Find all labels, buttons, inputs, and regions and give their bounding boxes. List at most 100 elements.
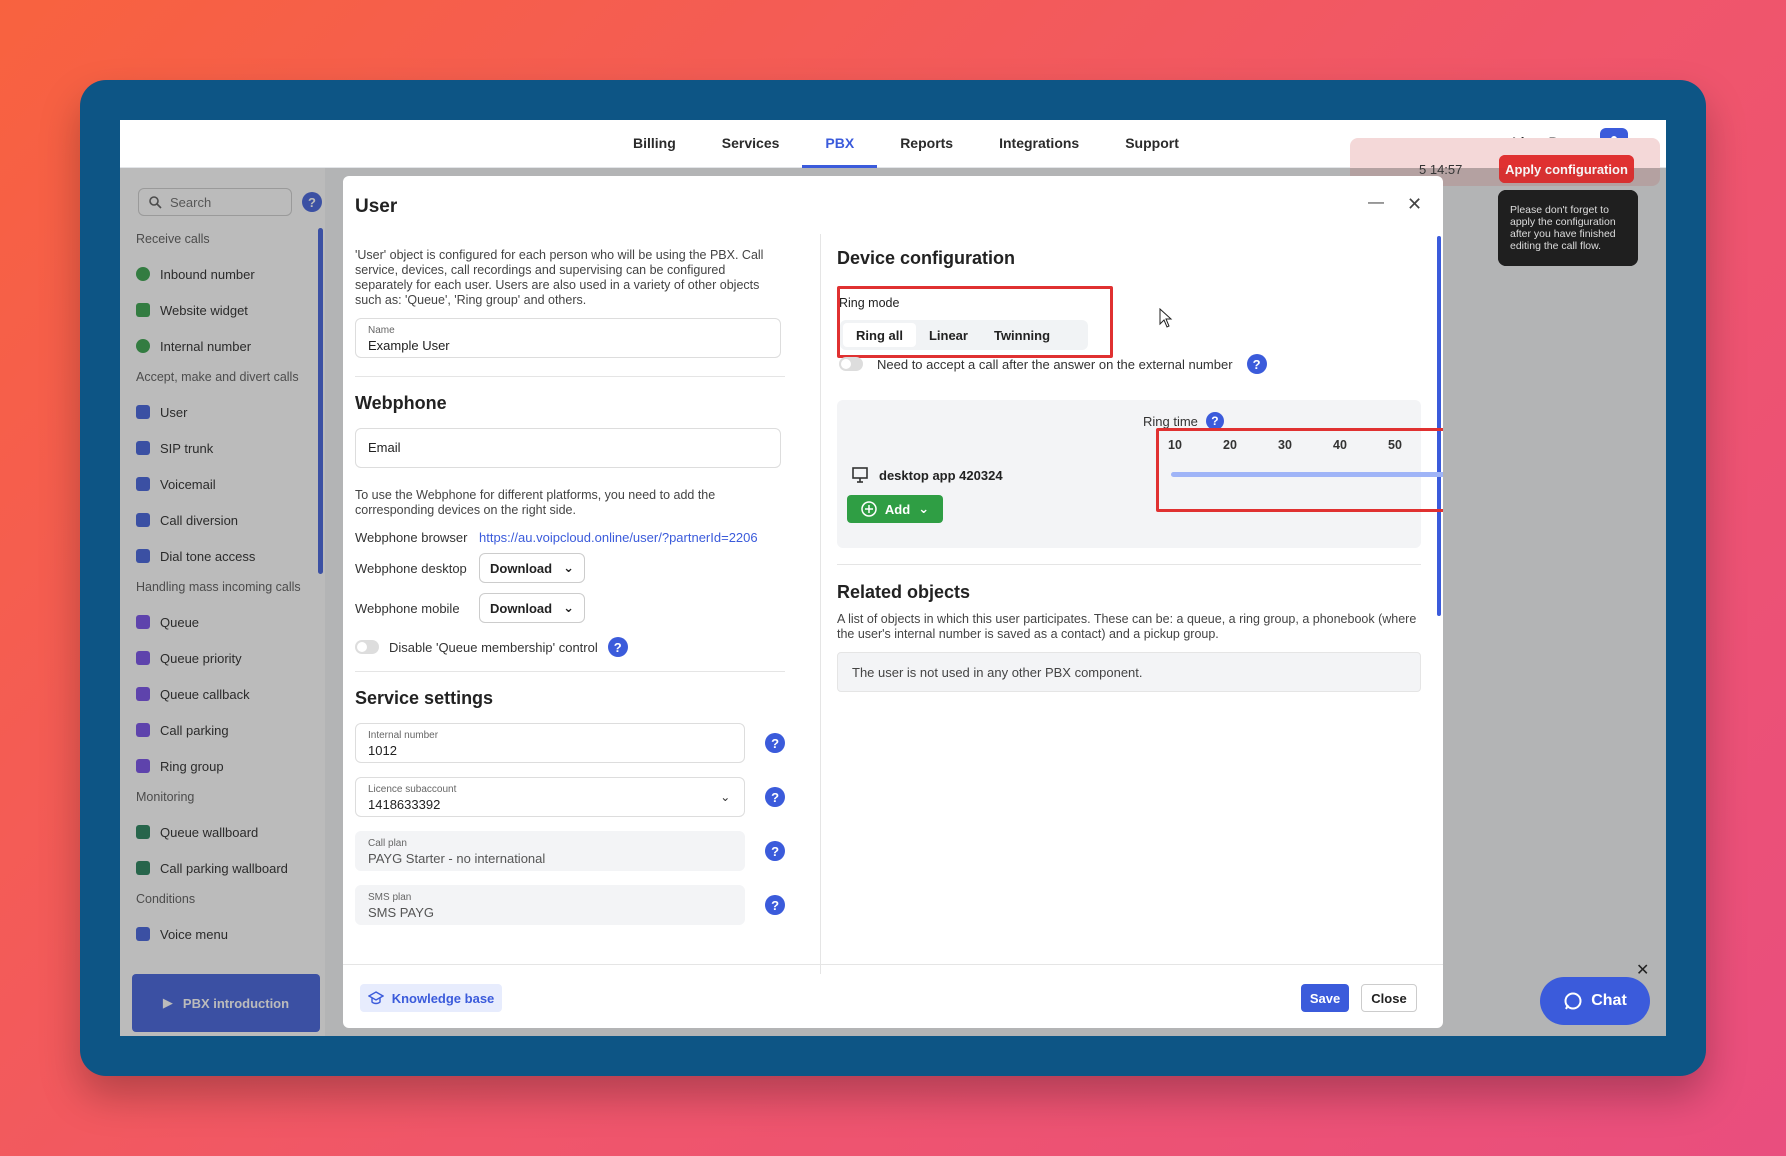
close-button[interactable]: Close xyxy=(1361,984,1417,1012)
webphone-info: To use the Webphone for different platfo… xyxy=(355,488,716,517)
download-mobile-button[interactable]: Download ⌄ xyxy=(479,593,585,623)
ring-mode-ring-all[interactable]: Ring all xyxy=(843,323,916,347)
webphone-heading: Webphone xyxy=(355,393,447,413)
related-objects-heading: Related objects xyxy=(837,582,971,602)
licence-subaccount-select[interactable]: Licence subaccount 1418633392 ⌄ xyxy=(355,777,746,817)
ring-time-tick: 10 xyxy=(1168,438,1182,452)
help-icon[interactable]: ? xyxy=(765,787,785,807)
call-plan-field: Call plan PAYG Starter - no internationa… xyxy=(355,831,746,871)
ring-mode-twinning[interactable]: Twinning xyxy=(981,323,1063,347)
webphone-browser-row: Webphone browser https://au.voipcloud.on… xyxy=(355,530,785,545)
internal-number-field[interactable]: Internal number 1012 xyxy=(355,723,746,763)
nav-billing[interactable]: Billing xyxy=(610,120,699,168)
internal-number-label: Internal number xyxy=(368,730,439,741)
add-label: Add xyxy=(884,501,911,517)
add-device-button[interactable]: Add ⌄ xyxy=(847,495,943,523)
modal-title: User xyxy=(355,196,398,217)
chat-label: Chat xyxy=(1591,992,1627,1009)
download-label: Download xyxy=(490,600,553,616)
related-objects-empty: The user is not used in any other PBX co… xyxy=(837,652,1421,692)
device-name: desktop app 420324 xyxy=(879,468,1003,483)
knowledge-base-button[interactable]: Knowledge base xyxy=(360,984,502,1012)
nav-services[interactable]: Services xyxy=(699,120,803,168)
ring-mode-linear[interactable]: Linear xyxy=(916,323,981,347)
ring-time-ticks: 102030405060 sec xyxy=(1168,438,1443,458)
download-label: Download xyxy=(490,560,553,576)
column-divider xyxy=(820,234,821,974)
name-label: Name xyxy=(368,325,395,336)
internal-number-value: 1012 xyxy=(368,743,397,758)
help-icon[interactable]: ? xyxy=(1246,354,1267,374)
nav-support[interactable]: Support xyxy=(1102,120,1202,168)
webphone-mobile-row: Webphone mobile Download ⌄ xyxy=(355,593,785,623)
webphone-browser-link[interactable]: https://au.voipcloud.online/user/?partne… xyxy=(479,530,758,545)
nav-pbx[interactable]: PBX xyxy=(802,120,878,168)
disable-queue-row: Disable 'Queue membership' control ? xyxy=(355,637,785,657)
webphone-browser-label: Webphone browser xyxy=(355,530,468,545)
download-desktop-button[interactable]: Download ⌄ xyxy=(479,553,585,583)
chat-icon xyxy=(1564,992,1582,1010)
apply-configuration-button-dimmed[interactable]: Apply configuration xyxy=(1499,155,1634,183)
disable-queue-label: Disable 'Queue membership' control xyxy=(389,639,598,655)
help-icon[interactable]: ? xyxy=(765,895,785,915)
sms-plan-label: SMS plan xyxy=(368,892,412,903)
nav-reports[interactable]: Reports xyxy=(877,120,976,168)
ring-time-label: Ring time xyxy=(1143,413,1198,429)
divider xyxy=(837,564,1421,565)
call-plan-value: PAYG Starter - no international xyxy=(368,851,546,866)
ring-time-slider[interactable] xyxy=(1171,472,1443,477)
accept-call-row: Need to accept a call after the answer o… xyxy=(839,354,1267,374)
help-icon[interactable]: ? xyxy=(765,841,785,861)
name-field[interactable]: Name Example User xyxy=(355,318,781,358)
chevron-down-icon: ⌄ xyxy=(918,501,930,516)
sms-plan-value: SMS PAYG xyxy=(368,905,434,920)
nav-integrations[interactable]: Integrations xyxy=(976,120,1102,168)
webphone-desktop-row: Webphone desktop Download ⌄ xyxy=(355,553,785,583)
help-icon[interactable]: ? xyxy=(607,637,628,657)
email-field[interactable]: Email xyxy=(355,428,781,468)
close-icon[interactable]: ✕ xyxy=(1636,960,1649,980)
accept-call-toggle[interactable] xyxy=(839,357,863,371)
disable-queue-toggle[interactable] xyxy=(355,640,379,654)
desktop-app-icon xyxy=(852,467,868,483)
sms-plan-row: SMS plan SMS PAYG ? xyxy=(355,885,785,925)
ring-time-tick: 20 xyxy=(1223,438,1237,452)
ring-time-tick: 30 xyxy=(1278,438,1292,452)
licence-row: Licence subaccount 1418633392 ⌄ ? xyxy=(355,777,785,817)
licence-label: Licence subaccount xyxy=(368,784,457,795)
sms-plan-field: SMS plan SMS PAYG xyxy=(355,885,746,925)
plus-circle-icon xyxy=(861,501,877,517)
call-plan-row: Call plan PAYG Starter - no internationa… xyxy=(355,831,785,871)
service-settings-heading: Service settings xyxy=(355,688,494,708)
related-objects-description: A list of objects in which this user par… xyxy=(837,612,1417,641)
chevron-down-icon: ⌄ xyxy=(720,790,731,804)
chat-button[interactable]: Chat xyxy=(1540,977,1650,1025)
ring-time-tick: 40 xyxy=(1333,438,1347,452)
minimize-icon[interactable]: — xyxy=(1368,194,1384,212)
device-configuration-heading: Device configuration xyxy=(837,248,1016,268)
ring-mode-selector: Ring all Linear Twinning xyxy=(840,320,1088,350)
divider xyxy=(355,671,785,672)
slider-track xyxy=(1171,472,1443,477)
email-placeholder: Email xyxy=(368,440,401,455)
help-icon[interactable]: ? xyxy=(765,733,785,753)
chevron-down-icon: ⌄ xyxy=(563,600,574,615)
licence-value: 1418633392 xyxy=(368,797,441,812)
close-icon[interactable]: ✕ xyxy=(1407,194,1422,215)
chevron-down-icon: ⌄ xyxy=(563,560,574,575)
internal-number-row: Internal number 1012 ? xyxy=(355,723,785,763)
save-button[interactable]: Save xyxy=(1301,984,1349,1012)
modal-left-column: 'User' object is configured for each per… xyxy=(355,248,785,948)
knowledge-base-label: Knowledge base xyxy=(391,990,495,1006)
user-modal: User — ✕ 'User' object is configured for… xyxy=(343,176,1443,1028)
divider xyxy=(355,376,785,377)
apply-tooltip-front: Please don't forget to apply the configu… xyxy=(1498,190,1638,266)
modal-scrollbar[interactable] xyxy=(1437,236,1441,616)
graduation-cap-icon xyxy=(367,991,384,1005)
name-value: Example User xyxy=(368,338,450,353)
accept-call-label: Need to accept a call after the answer o… xyxy=(877,356,1233,372)
user-description: 'User' object is configured for each per… xyxy=(355,248,764,307)
webphone-mobile-label: Webphone mobile xyxy=(355,600,460,616)
modal-footer: Knowledge base Save Close xyxy=(343,964,1443,1028)
ring-time-tick: 50 xyxy=(1388,438,1402,452)
